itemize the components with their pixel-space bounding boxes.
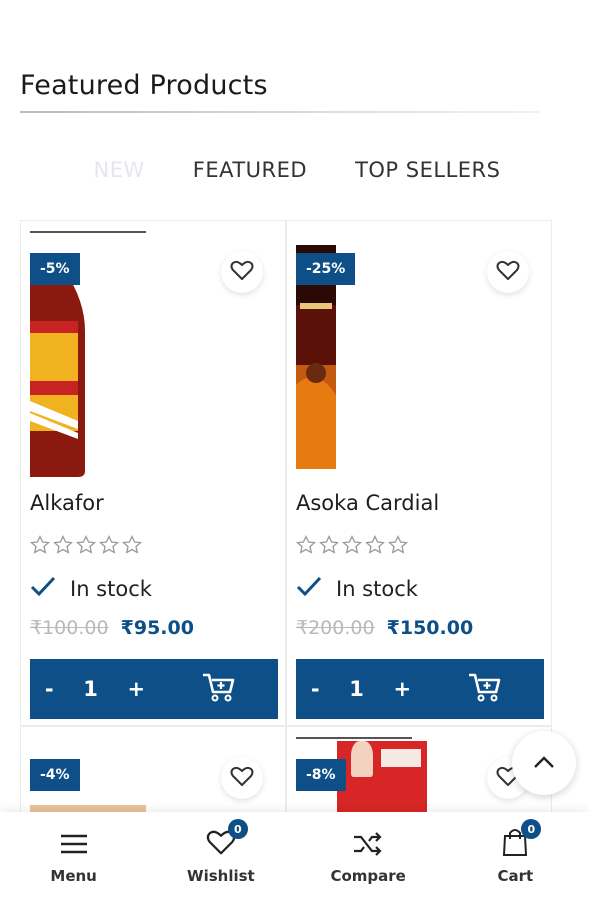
cart-add-icon <box>202 672 236 706</box>
stock-label: In stock <box>70 576 152 601</box>
qty-decrease-button[interactable]: - <box>45 677 54 701</box>
nav-menu[interactable]: Menu <box>0 812 147 900</box>
star-icon <box>75 534 97 559</box>
star-icon <box>364 534 386 559</box>
qty-increase-button[interactable]: + <box>394 677 412 701</box>
cart-count-badge: 0 <box>521 819 542 839</box>
star-icon <box>121 534 143 559</box>
star-icon <box>52 534 74 559</box>
qty-value[interactable]: 1 <box>83 677 98 701</box>
chevron-up-icon <box>533 754 555 773</box>
stock-status: In stock <box>296 575 418 602</box>
star-icon <box>295 534 317 559</box>
rating-stars <box>295 534 409 559</box>
product-tabs: NEW FEATURED TOP SELLERS <box>0 158 589 182</box>
heart-icon <box>230 765 254 791</box>
product-name[interactable]: Alkafor <box>30 491 104 515</box>
discount-badge: -5% <box>30 253 80 285</box>
star-icon <box>98 534 120 559</box>
product-image[interactable] <box>30 261 146 479</box>
wishlist-count-badge: 0 <box>227 819 248 839</box>
discount-badge: -8% <box>296 759 346 791</box>
product-image[interactable] <box>337 741 427 821</box>
tab-featured[interactable]: FEATURED <box>193 158 307 182</box>
check-icon <box>30 575 56 602</box>
card-divider <box>296 737 412 739</box>
sale-price: ₹150.00 <box>386 617 474 639</box>
nav-wishlist[interactable]: 0 Wishlist <box>147 812 294 900</box>
rating-stars <box>29 534 143 559</box>
old-price: ₹100.00 <box>30 617 109 639</box>
add-to-cart-bar: - 1 + <box>296 659 544 719</box>
nav-compare-label: Compare <box>330 867 406 885</box>
add-to-cart-bar: - 1 + <box>30 659 278 719</box>
discount-badge: -25% <box>296 253 356 285</box>
nav-menu-label: Menu <box>50 867 97 885</box>
qty-value[interactable]: 1 <box>349 677 364 701</box>
add-to-cart-button[interactable] <box>426 659 544 719</box>
qty-decrease-button[interactable]: - <box>311 677 320 701</box>
tab-new[interactable]: NEW <box>94 158 145 182</box>
nav-compare[interactable]: Compare <box>295 812 442 900</box>
title-underline <box>20 111 540 113</box>
section-header: Featured Products <box>20 70 540 113</box>
bottom-nav: Menu 0 Wishlist Compare 0 Cart <box>0 812 589 900</box>
cart-add-icon <box>468 672 502 706</box>
heart-icon <box>230 259 254 285</box>
old-price: ₹200.00 <box>296 617 375 639</box>
star-icon <box>341 534 363 559</box>
sale-price: ₹95.00 <box>120 617 194 639</box>
check-icon <box>296 575 322 602</box>
scroll-to-top-button[interactable] <box>512 731 576 795</box>
quantity-stepper: - 1 + <box>296 677 426 701</box>
heart-icon <box>496 259 520 285</box>
wishlist-toggle[interactable] <box>221 757 263 799</box>
price: ₹200.00 ₹150.00 <box>296 617 473 639</box>
wishlist-icon-wrap: 0 <box>206 819 248 861</box>
discount-badge: -4% <box>30 759 80 791</box>
stock-status: In stock <box>30 575 152 602</box>
star-icon <box>387 534 409 559</box>
product-card[interactable]: -5% Alkafor In stock ₹100.00 ₹95.00 - 1 <box>20 220 286 726</box>
shuffle-icon <box>352 827 384 861</box>
add-to-cart-button[interactable] <box>160 659 278 719</box>
section-title: Featured Products <box>20 70 268 101</box>
wishlist-toggle[interactable] <box>221 251 263 293</box>
product-name[interactable]: Asoka Cardial <box>296 491 439 515</box>
star-icon <box>318 534 340 559</box>
nav-cart-label: Cart <box>497 867 534 885</box>
nav-cart[interactable]: 0 Cart <box>442 812 589 900</box>
cart-icon-wrap: 0 <box>501 819 542 861</box>
wishlist-toggle[interactable] <box>487 251 529 293</box>
nav-wishlist-label: Wishlist <box>187 867 255 885</box>
stock-label: In stock <box>336 576 418 601</box>
qty-increase-button[interactable]: + <box>128 677 146 701</box>
quantity-stepper: - 1 + <box>30 677 160 701</box>
hamburger-icon <box>60 827 88 861</box>
star-icon <box>29 534 51 559</box>
price: ₹100.00 ₹95.00 <box>30 617 194 639</box>
card-divider <box>30 231 146 233</box>
product-card[interactable]: -25% Asoka Cardial In stock ₹200.00 ₹150… <box>286 220 552 726</box>
tab-top-sellers[interactable]: TOP SELLERS <box>355 158 500 182</box>
